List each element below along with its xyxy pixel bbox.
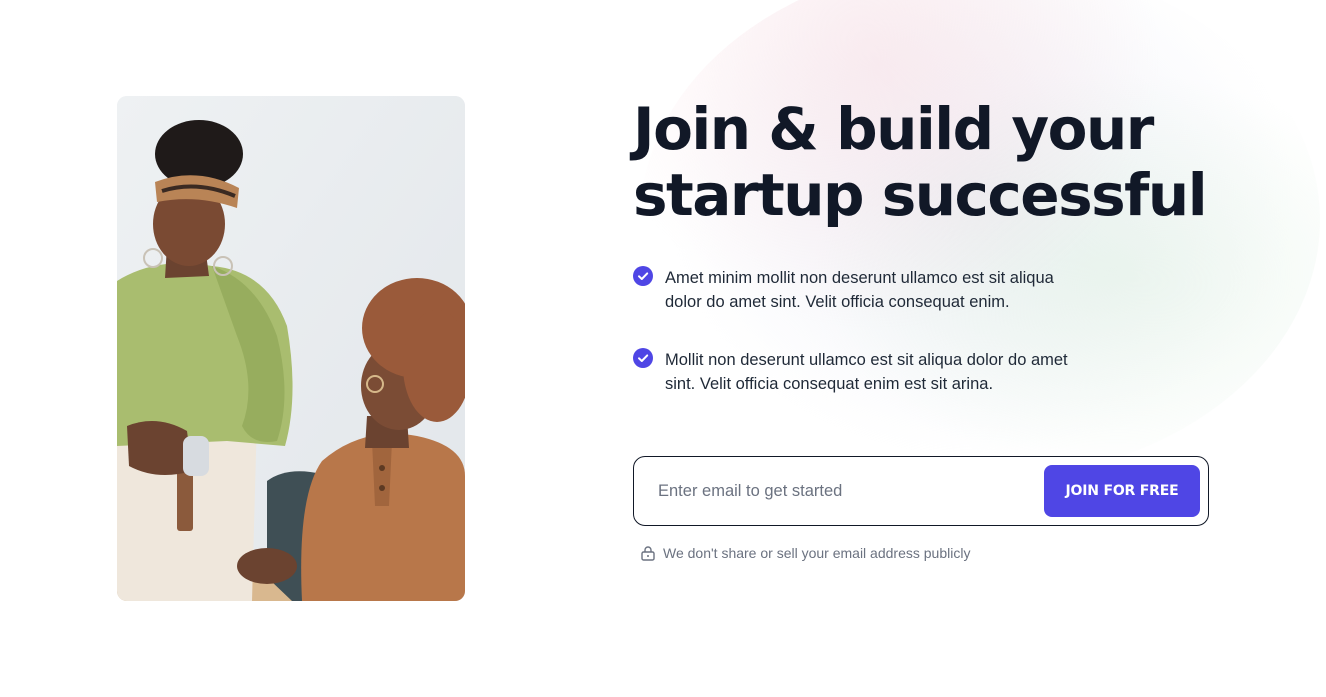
feature-text-line-2: dolor do amet sint. Velit officia conseq… [665,293,1010,311]
join-button[interactable]: JOIN FOR FREE [1044,465,1200,517]
headline-line-2: startup successful [633,161,1208,229]
check-circle-icon [633,348,653,368]
privacy-text: We don't share or sell your email addres… [663,545,971,561]
feature-text-line-2: sint. Velit officia consequat enim est s… [665,375,994,393]
check-circle-icon [633,266,653,286]
feature-text: Amet minim mollit non deserunt ullamco e… [665,266,1093,314]
hero-photo [117,96,465,601]
feature-text-line-1: Amet minim mollit non deserunt ullamco e… [665,269,1054,287]
feature-item: Amet minim mollit non deserunt ullamco e… [633,266,1093,314]
headline-line-1: Join & build your [633,95,1154,163]
signup-content: Join & build your startup successful Ame… [633,96,1253,561]
email-signup-form: JOIN FOR FREE [633,456,1209,526]
email-input[interactable] [658,473,1028,509]
page-title: Join & build your startup successful [633,96,1253,228]
feature-text: Mollit non deserunt ullamco est sit aliq… [665,348,1093,396]
feature-text-line-1: Mollit non deserunt ullamco est sit aliq… [665,351,1068,369]
privacy-note: We don't share or sell your email addres… [641,543,970,563]
feature-list: Amet minim mollit non deserunt ullamco e… [633,266,1093,432]
signup-section: Join & build your startup successful Ame… [0,0,1326,697]
lock-icon [641,546,655,561]
feature-item: Mollit non deserunt ullamco est sit aliq… [633,348,1093,396]
